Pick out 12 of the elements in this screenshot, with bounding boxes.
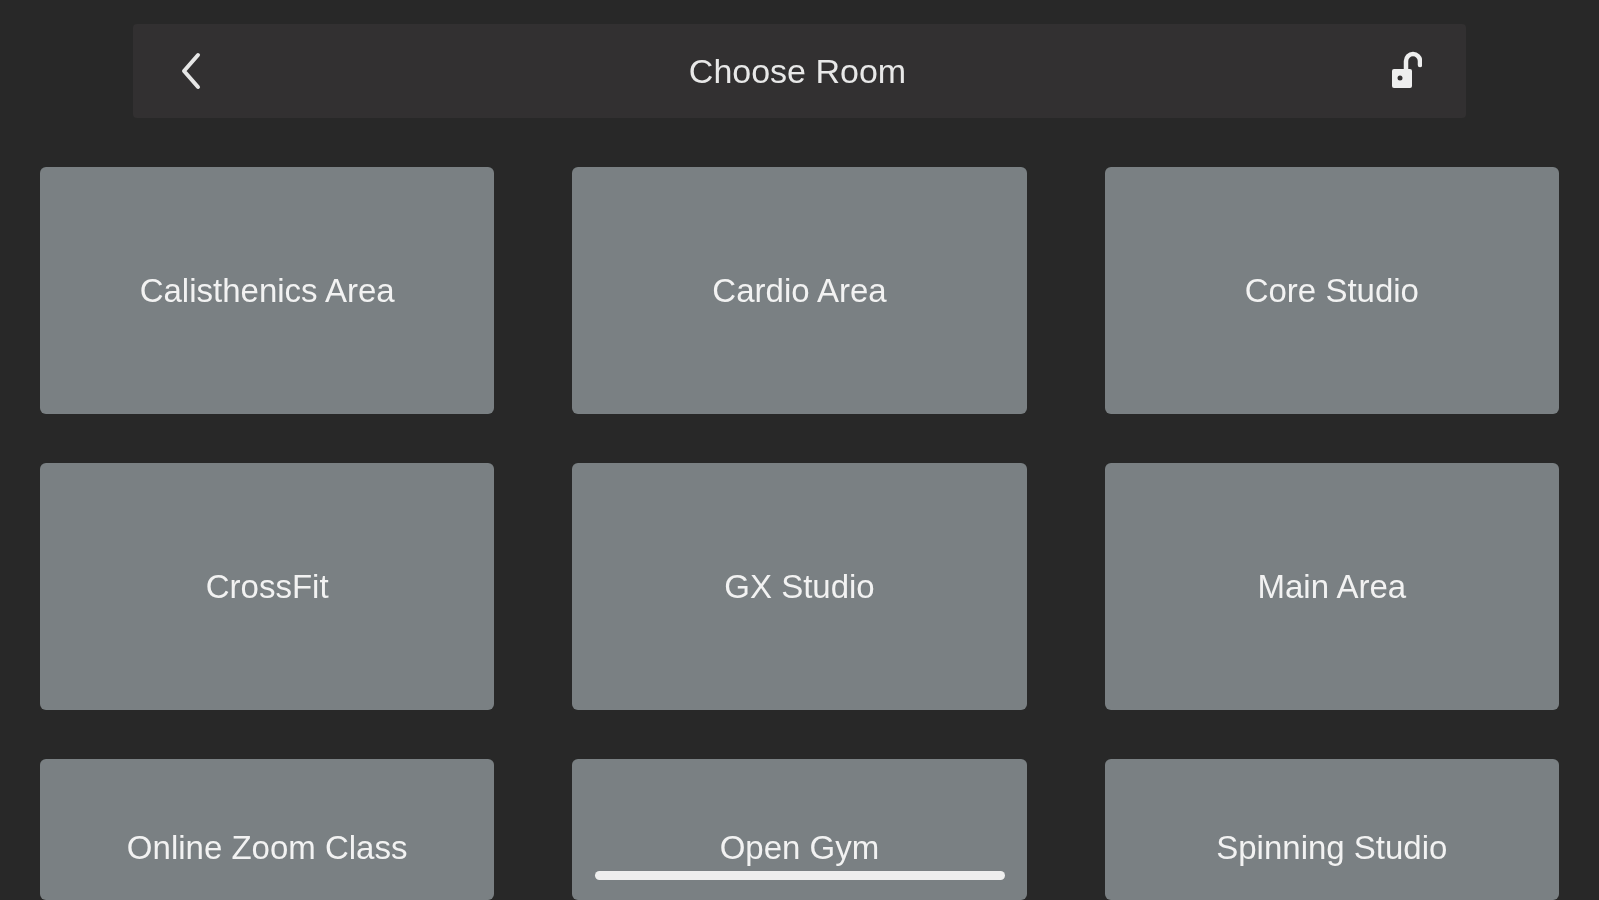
room-tile[interactable]: Open Gym — [572, 759, 1027, 900]
unlocked-padlock-icon — [1390, 51, 1422, 91]
room-tile[interactable]: CrossFit — [40, 463, 495, 710]
room-tile[interactable]: GX Studio — [572, 463, 1027, 710]
room-tile[interactable]: Calisthenics Area — [40, 167, 495, 414]
room-tile[interactable]: Core Studio — [1104, 167, 1559, 414]
room-tile[interactable]: Main Area — [1104, 463, 1559, 710]
back-icon — [180, 52, 202, 90]
screen-title: Choose Room — [688, 50, 907, 92]
room-tile[interactable]: Spinning Studio — [1104, 759, 1559, 900]
room-tile[interactable]: Cardio Area — [572, 167, 1027, 414]
room-tile[interactable]: Online Zoom Class — [40, 759, 495, 900]
